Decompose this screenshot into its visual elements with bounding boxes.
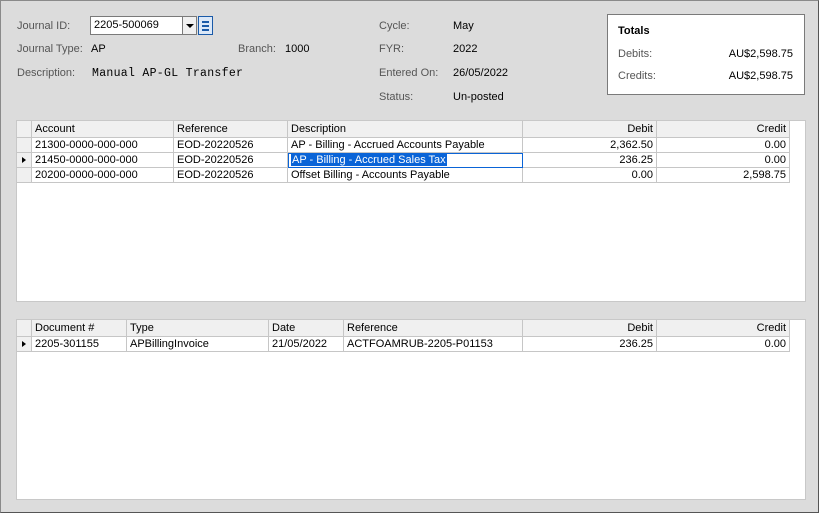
cell-credit[interactable]: 0.00 [657,337,790,352]
documents-grid[interactable]: Document # Type Date Reference Debit Cre… [16,319,806,500]
cell-type[interactable]: APBillingInvoice [127,337,269,352]
lines-grid-header: Account Reference Description Debit Cred… [17,121,790,138]
totals-panel: Totals Debits: AU$2,598.75 Credits: AU$2… [607,14,805,95]
row-indicator[interactable] [17,138,32,153]
cell-debit[interactable]: 236.25 [523,153,657,168]
journal-lines-grid[interactable]: Account Reference Description Debit Cred… [16,120,806,302]
cell-credit[interactable]: 2,598.75 [657,168,790,183]
cell-description[interactable]: AP - Billing - Accrued Accounts Payable [288,138,523,153]
column-header-debit[interactable]: Debit [523,320,657,337]
journal-id-label: Journal ID: [17,20,71,32]
cell-account[interactable]: 20200-0000-000-000 [32,168,174,183]
selected-text[interactable]: AP - Billing - Accrued Sales Tax [291,154,447,166]
cell-description-selected[interactable]: AP - Billing - Accrued Sales Tax [288,153,523,168]
table-row[interactable]: 21300-0000-000-000 EOD-20220526 AP - Bil… [17,138,790,153]
chevron-down-icon[interactable] [182,17,196,34]
status-label: Status: [379,91,414,103]
branch-label: Branch: [238,43,276,55]
column-header-description[interactable]: Description [288,121,523,138]
cell-credit[interactable]: 0.00 [657,138,790,153]
column-header-type[interactable]: Type [127,320,269,337]
cycle-value: May [453,20,474,32]
table-row[interactable]: 20200-0000-000-000 EOD-20220526 Offset B… [17,168,790,183]
list-icon[interactable] [198,16,213,35]
debits-value: AU$2,598.75 [728,48,793,60]
description-label: Description: [17,67,76,79]
fyr-value: 2022 [453,43,478,55]
row-pointer-icon[interactable] [17,153,32,168]
column-header-document[interactable]: Document # [32,320,127,337]
cell-date[interactable]: 21/05/2022 [269,337,344,352]
cell-reference[interactable]: ACTFOAMRUB-2205-P01153 [344,337,523,352]
column-header-debit[interactable]: Debit [523,121,657,138]
branch-value: 1000 [285,43,310,55]
entered-on-value: 26/05/2022 [453,67,509,79]
cell-reference[interactable]: EOD-20220526 [174,138,288,153]
column-header-credit[interactable]: Credit [657,320,790,337]
entered-on-label: Entered On: [379,67,439,79]
column-header-reference[interactable]: Reference [174,121,288,138]
column-header-reference[interactable]: Reference [344,320,523,337]
debits-label: Debits: [618,48,653,60]
row-indicator[interactable] [17,168,32,183]
journal-id-combo[interactable]: 2205-500069 [90,16,197,35]
cycle-label: Cycle: [379,20,410,32]
cell-reference[interactable]: EOD-20220526 [174,168,288,183]
journal-type-value: AP [91,43,106,55]
cell-reference[interactable]: EOD-20220526 [174,153,288,168]
column-header-account[interactable]: Account [32,121,174,138]
totals-title: Totals [618,25,650,37]
docs-grid-header: Document # Type Date Reference Debit Cre… [17,320,790,337]
credits-label: Credits: [618,70,656,82]
cell-debit[interactable]: 2,362.50 [523,138,657,153]
journal-type-label: Journal Type: [17,43,83,55]
cell-account[interactable]: 21450-0000-000-000 [32,153,174,168]
journal-id-value[interactable]: 2205-500069 [91,17,182,34]
header-indicator-cell [17,121,32,138]
cell-debit[interactable]: 0.00 [523,168,657,183]
table-row-current[interactable]: 21450-0000-000-000 EOD-20220526 AP - Bil… [17,153,790,168]
cell-debit[interactable]: 236.25 [523,337,657,352]
column-header-credit[interactable]: Credit [657,121,790,138]
status-value: Un-posted [453,91,504,103]
cell-credit[interactable]: 0.00 [657,153,790,168]
fyr-label: FYR: [379,43,405,55]
cell-account[interactable]: 21300-0000-000-000 [32,138,174,153]
header-indicator-cell [17,320,32,337]
row-pointer-icon[interactable] [17,337,32,352]
cell-description[interactable]: Offset Billing - Accounts Payable [288,168,523,183]
table-row-current[interactable]: 2205-301155 APBillingInvoice 21/05/2022 … [17,337,790,352]
column-header-date[interactable]: Date [269,320,344,337]
credits-value: AU$2,598.75 [728,70,793,82]
description-value[interactable]: Manual AP-GL Transfer [92,67,243,80]
cell-document[interactable]: 2205-301155 [32,337,127,352]
